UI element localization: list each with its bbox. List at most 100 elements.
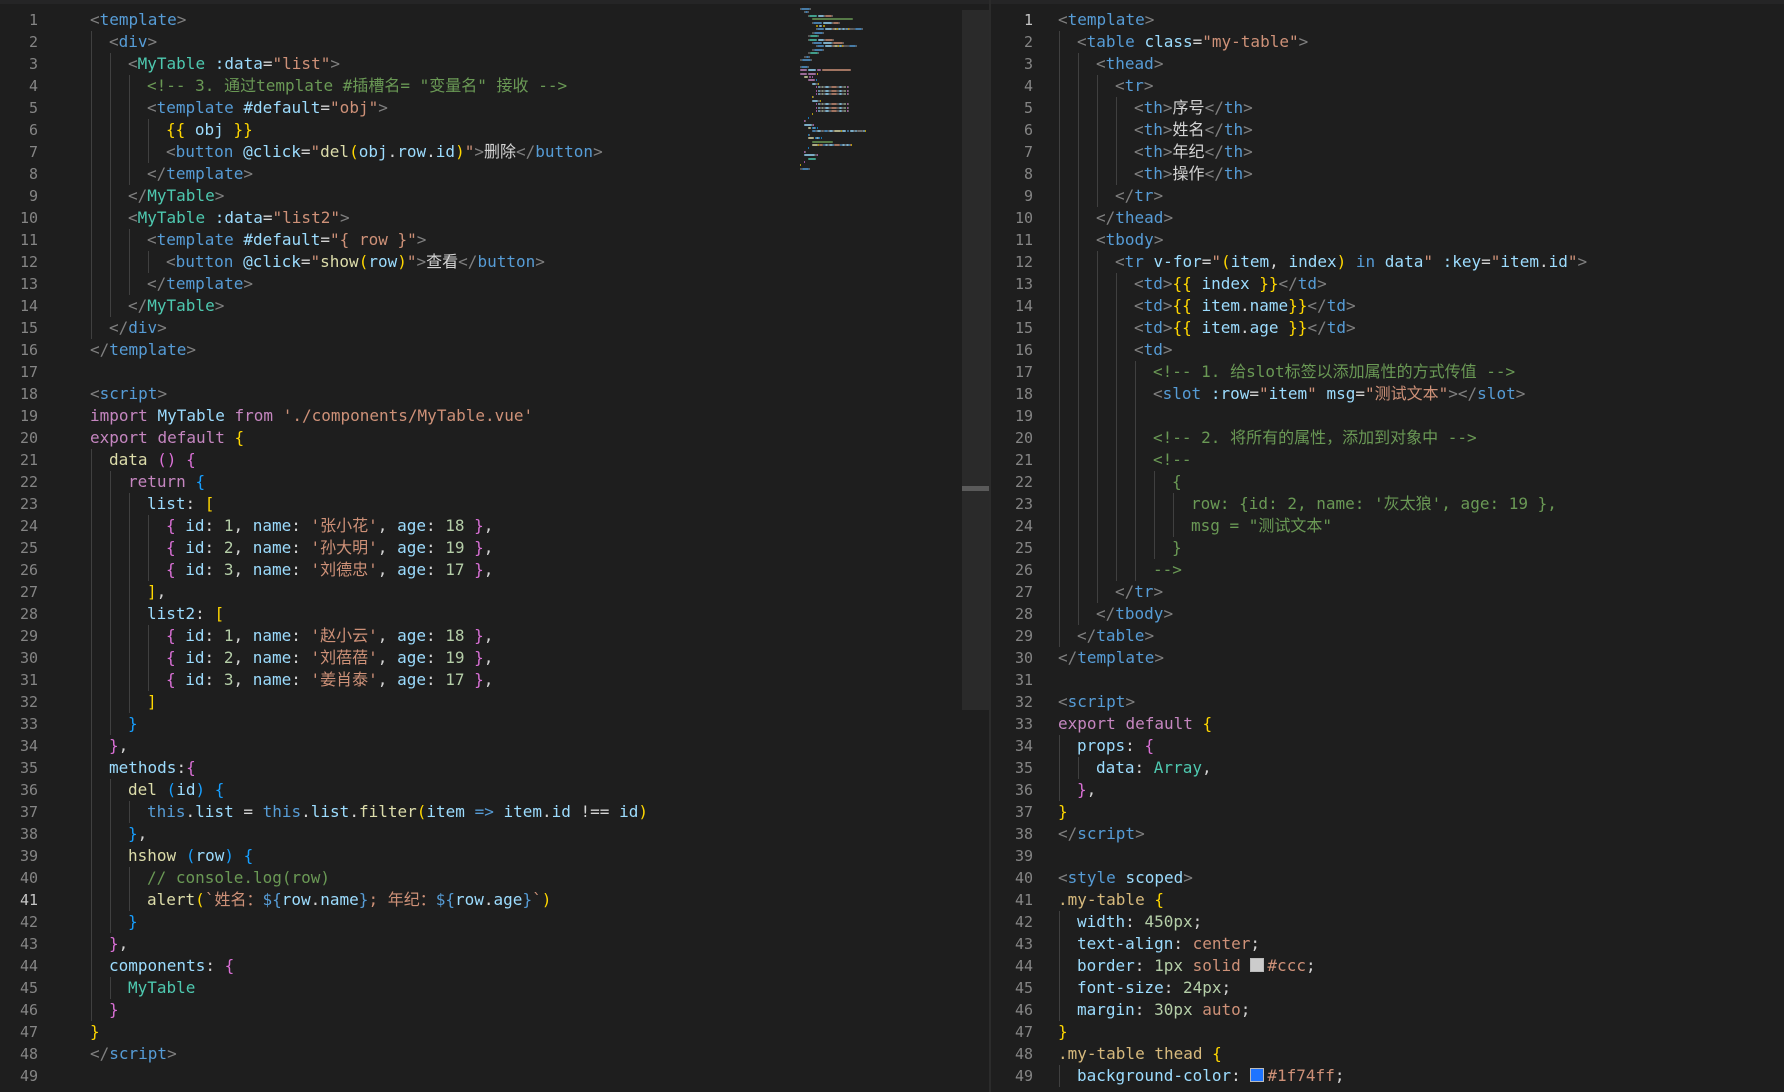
code-token: < (1115, 76, 1125, 95)
code-token: Array (1153, 758, 1202, 777)
code-token: <!-- 2. 将所有的属性，添加到对象中 --> (1153, 428, 1477, 447)
code-text: <!-- 2. 将所有的属性，添加到对象中 --> (1153, 427, 1477, 449)
code-token: > (157, 384, 168, 403)
left-editor-pane[interactable]: 1 <template> 2 <div> 3 <MyTable :data="list">… (0, 0, 989, 1092)
minimap-line (815, 127, 816, 129)
indent-guide (110, 141, 111, 163)
indent-guide (1078, 427, 1079, 449)
indent-guide (1078, 273, 1079, 295)
code-token: {{ (166, 120, 186, 139)
code-token: row (281, 890, 311, 909)
code-text: ] (147, 691, 157, 713)
color-swatch[interactable] (1250, 1068, 1265, 1082)
code-token: // console.log(row) (147, 868, 331, 887)
code-token: . (349, 802, 359, 821)
line-number: 18 (19, 385, 38, 403)
code-token: ( (195, 890, 205, 909)
indent-guide (1059, 361, 1060, 383)
indent-guide (129, 647, 130, 669)
indent-guide (110, 779, 111, 801)
line-number: 5 (1023, 99, 1033, 117)
minimap-line (817, 28, 824, 31)
line-number: 1 (28, 11, 38, 29)
indent-guide (91, 757, 92, 779)
code-token: "obj" (330, 98, 379, 117)
code-text: <th>姓名</th> (1134, 119, 1253, 141)
scrollbar-thumb[interactable] (962, 486, 989, 491)
minimap[interactable] (800, 8, 910, 208)
minimap-line (813, 96, 814, 99)
code-token: : (291, 516, 311, 535)
code-text: <td>{{ item.name}}</td> (1134, 295, 1356, 317)
code-token: } (1077, 780, 1087, 799)
line-number: 14 (1014, 297, 1033, 315)
indent-guide (129, 273, 130, 295)
line-number: 5 (28, 99, 38, 117)
code-token: < (1058, 692, 1068, 711)
code-token: "my-table" (1202, 32, 1299, 51)
line-number: 23 (1014, 495, 1033, 513)
code-token: : (425, 516, 446, 535)
indent-guide (91, 955, 92, 977)
indent-guide (129, 625, 130, 647)
code-token: age (397, 560, 426, 579)
code-token: id (185, 626, 205, 645)
code-token: :row (1210, 384, 1250, 403)
indent-guide (1135, 427, 1136, 449)
code-token: { (243, 846, 254, 865)
code-token: < (1115, 252, 1125, 271)
vertical-scrollbar[interactable] (962, 10, 989, 710)
indent-guide (1078, 97, 1079, 119)
code-token: , (118, 934, 129, 953)
line-number: 20 (1014, 429, 1033, 447)
code-token: data (109, 450, 148, 469)
line-number: 31 (1014, 671, 1033, 689)
code-text: export default { (1058, 713, 1212, 735)
code-token: return (128, 472, 186, 491)
code-token: . (483, 890, 494, 909)
indent-guide (1135, 537, 1136, 559)
code-text: </script> (90, 1043, 177, 1065)
code-token: MyTable (147, 296, 215, 315)
code-token: ; (1305, 956, 1316, 975)
code-token: > (1162, 142, 1173, 161)
code-token: } (474, 538, 484, 557)
code-token: export (1058, 714, 1116, 733)
minimap-line (800, 72, 807, 75)
code-text: <th>操作</th> (1134, 163, 1253, 185)
indent-guide (1059, 449, 1060, 471)
code-token: button (535, 142, 594, 161)
code-token: } (1058, 802, 1068, 821)
code-token: " (1567, 252, 1578, 271)
code-token: ; (1240, 1000, 1251, 1019)
code-token: { (166, 538, 176, 557)
code-token: }} (233, 120, 253, 139)
indent-guide (110, 537, 111, 559)
code-token: id (435, 142, 456, 161)
indent-guide (1097, 537, 1098, 559)
code-token: import (90, 406, 148, 425)
minimap-line (808, 116, 809, 119)
line-number: 17 (1014, 363, 1033, 381)
minimap-line (810, 8, 811, 10)
code-token: script (109, 1044, 168, 1063)
line-number: 8 (28, 165, 38, 183)
indent-guide (91, 999, 92, 1021)
code-token: : (425, 670, 446, 689)
right-editor-pane[interactable]: 1 <template> 2 <table class="my-table"> 3 <th… (991, 0, 1784, 1092)
code-text: <script> (1058, 691, 1135, 713)
code-token: script (1067, 692, 1126, 711)
code-token: age (397, 648, 426, 667)
minimap-line (802, 167, 809, 170)
code-token: "list" (272, 54, 331, 73)
code-token: th (1223, 164, 1244, 183)
line-number: 10 (19, 209, 38, 227)
indent-guide (129, 801, 130, 823)
color-swatch[interactable] (1250, 958, 1265, 972)
indent-guide (1059, 911, 1060, 933)
code-token: <!-- 1. 给slot标签以添加属性的方式传值 --> (1153, 362, 1516, 381)
code-token: template (1077, 648, 1155, 667)
code-token: ; (1192, 912, 1203, 931)
